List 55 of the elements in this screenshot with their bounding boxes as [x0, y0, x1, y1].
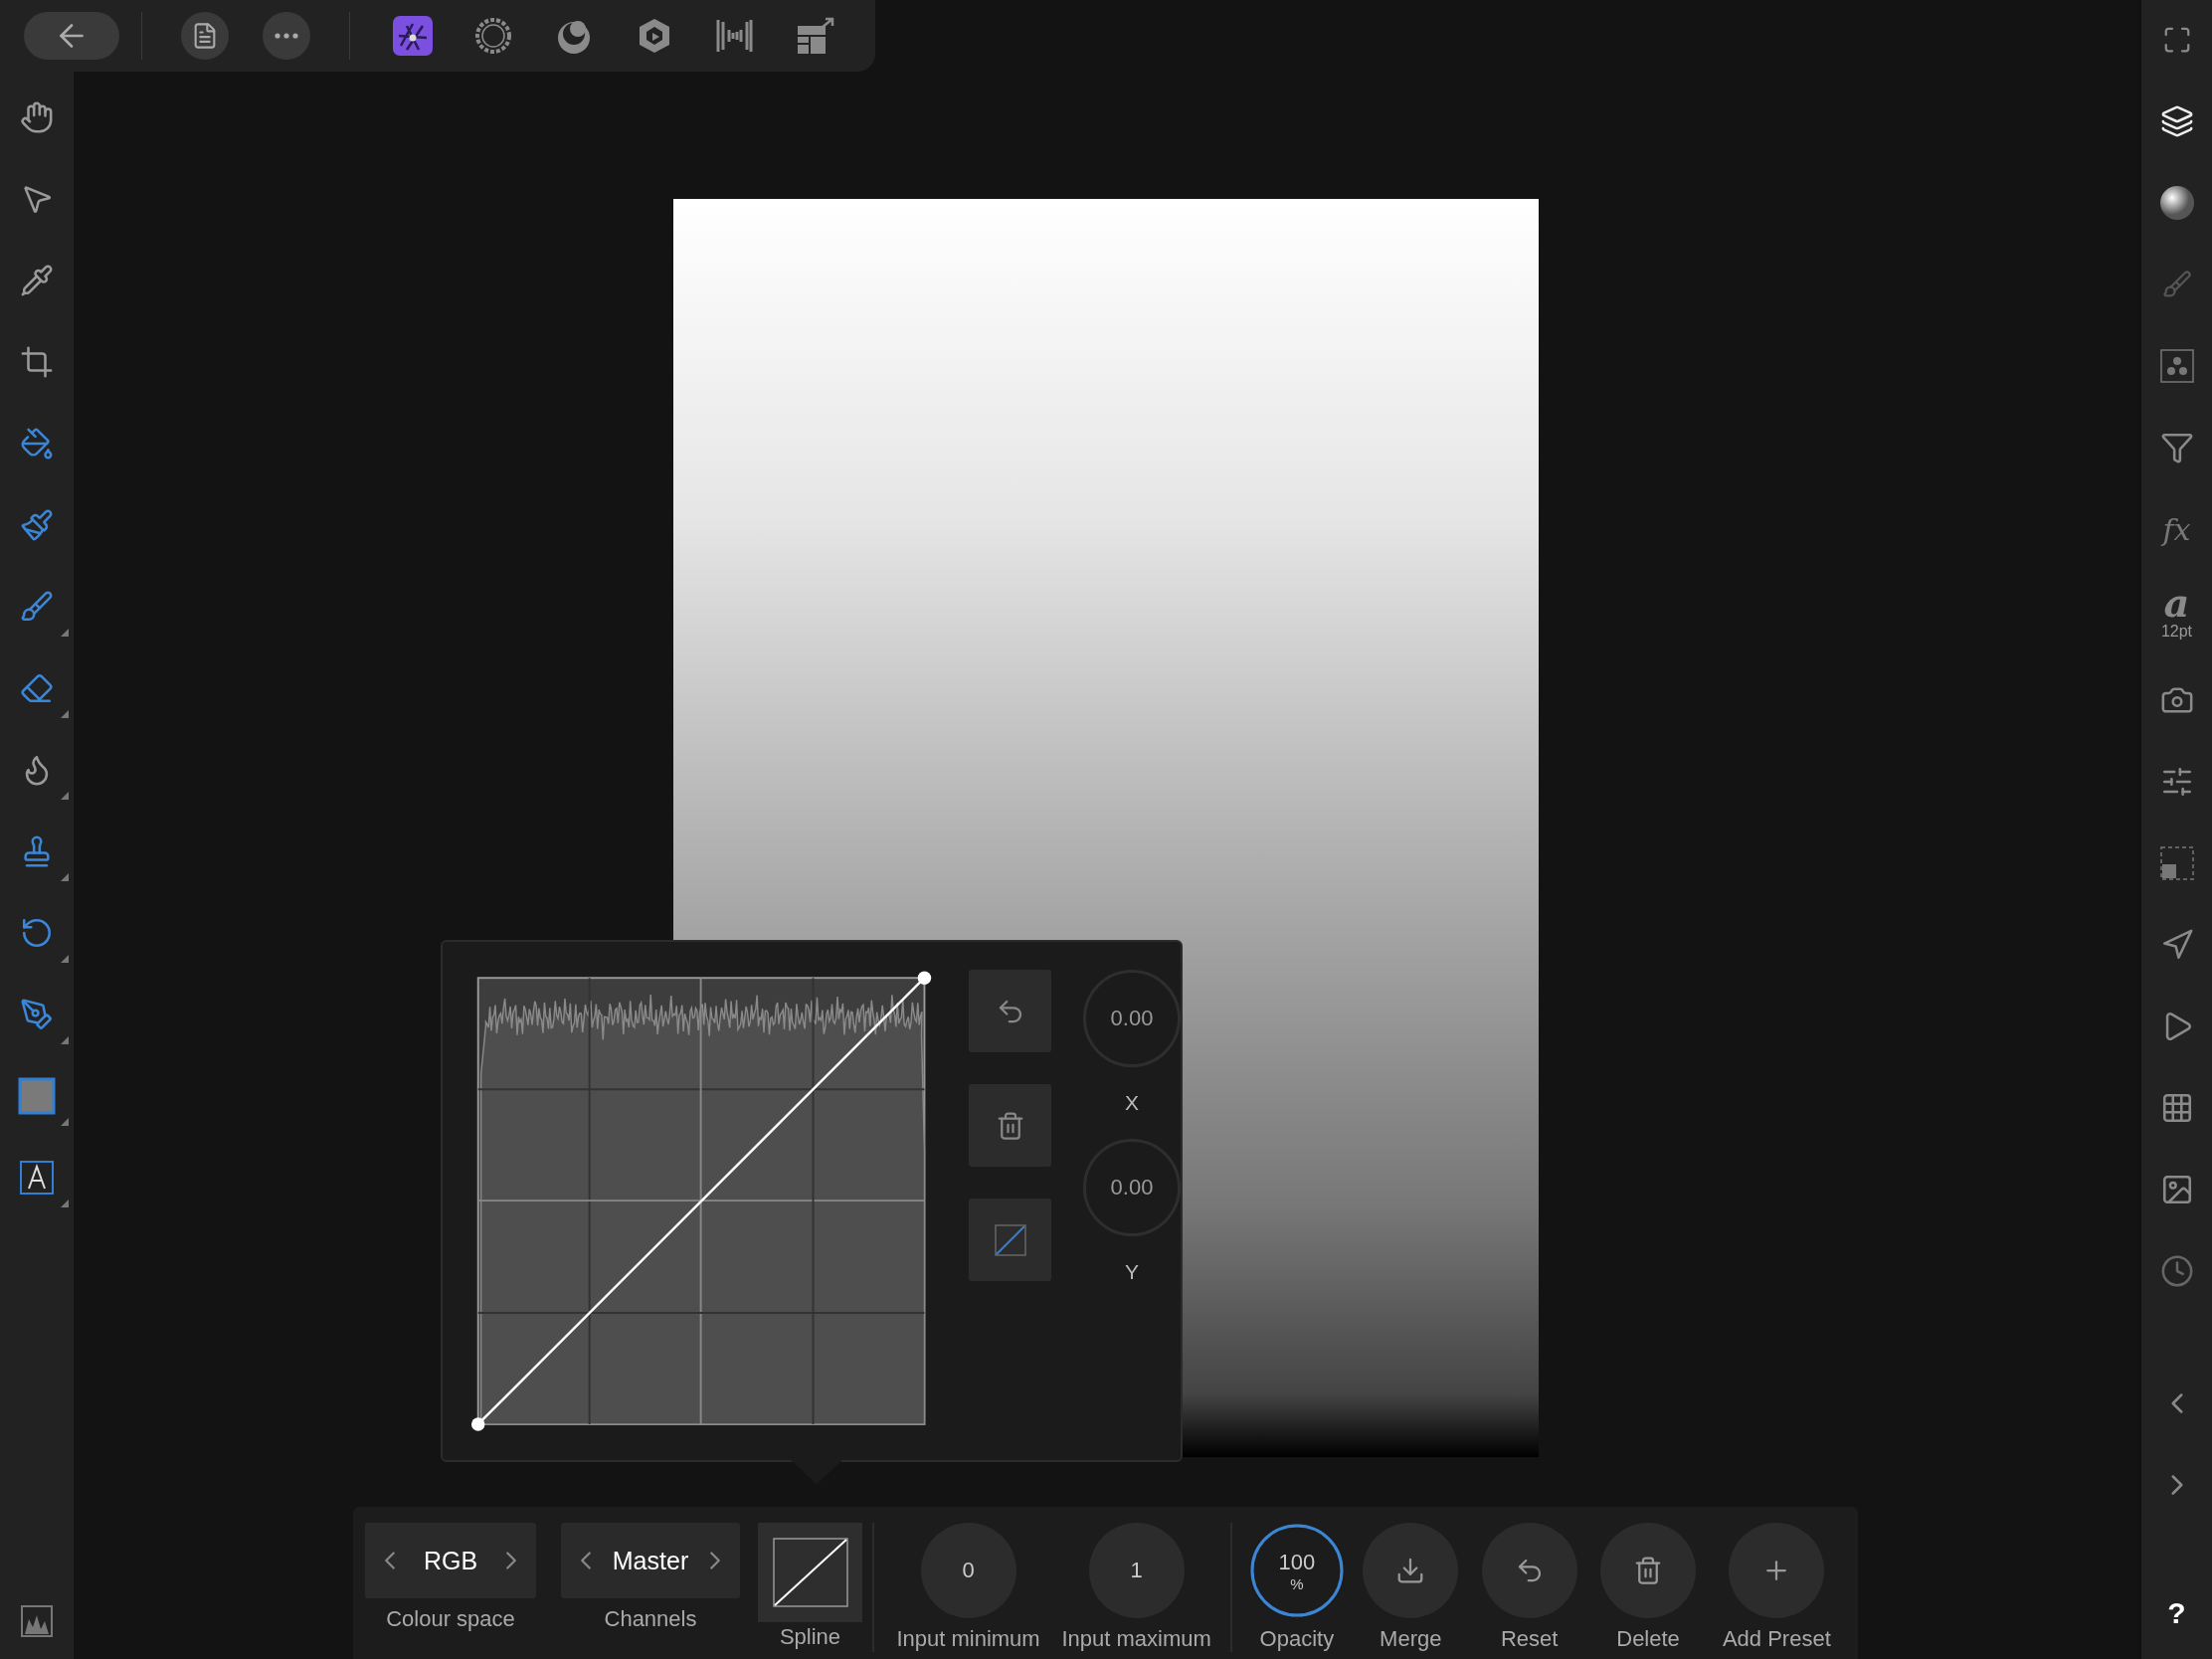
effects-button[interactable]: fx — [2154, 507, 2199, 551]
paint-bucket-icon — [20, 427, 54, 461]
layers-icon — [2159, 104, 2194, 138]
curve-point-handle[interactable] — [917, 971, 932, 985]
spline-button[interactable] — [758, 1523, 862, 1622]
brush-icon — [2161, 270, 2192, 299]
crop-icon — [20, 345, 54, 379]
action-label: Merge — [1380, 1626, 1442, 1652]
channels-stepper[interactable]: Master — [561, 1523, 740, 1598]
hand-icon — [20, 100, 54, 134]
dashed-ring-icon — [473, 16, 513, 56]
dots-square-icon — [2159, 349, 2194, 383]
action-label: Reset — [1500, 1626, 1559, 1652]
eyedropper-icon — [20, 264, 54, 297]
help-button[interactable]: ? — [2161, 1595, 2192, 1631]
document-button[interactable] — [181, 12, 229, 60]
more-button[interactable] — [263, 12, 310, 60]
text-style-button[interactable]: a — [2163, 583, 2190, 623]
rotate-arrow-icon — [20, 916, 54, 950]
gradient-sphere-icon — [2158, 185, 2195, 221]
y-label: Y — [1125, 1260, 1139, 1284]
linear-curve-icon — [772, 1538, 848, 1607]
aperture-icon — [393, 16, 433, 56]
y-value-dial[interactable]: 0.00 — [1083, 1139, 1181, 1236]
square-icon — [18, 1077, 56, 1115]
channels-label: Channels — [604, 1606, 697, 1632]
colour-space-stepper[interactable]: RGB — [365, 1523, 536, 1598]
linear-curve-icon — [994, 1223, 1026, 1256]
histogram-icon — [21, 1605, 53, 1637]
brush-icon — [20, 508, 54, 542]
transform-icon — [2159, 846, 2194, 880]
clock-icon — [2159, 1254, 2194, 1288]
x-label: X — [1125, 1091, 1139, 1115]
pen-icon — [20, 998, 54, 1031]
x-value-dial[interactable]: 0.00 — [1083, 970, 1181, 1067]
text-frame-icon — [18, 1159, 56, 1197]
more-icon — [275, 33, 298, 39]
brush-icon — [20, 590, 54, 624]
export-grid-icon — [796, 16, 835, 56]
input-minimum-dial[interactable]: 0 — [920, 1523, 1016, 1618]
eraser-icon — [20, 671, 54, 705]
opacity-label: Opacity — [1259, 1626, 1335, 1652]
opacity-dial[interactable]: 100 % — [1248, 1523, 1345, 1618]
filter-icon — [2159, 431, 2194, 464]
action-label: Add Preset — [1722, 1626, 1831, 1652]
back-button[interactable] — [24, 12, 119, 60]
spline-label: Spline — [779, 1624, 841, 1650]
curve-point-handle[interactable] — [470, 1417, 485, 1431]
colour-space-label: Colour space — [386, 1606, 515, 1632]
input-maximum-dial[interactable]: 1 — [1088, 1523, 1185, 1618]
action-label: Delete — [1616, 1626, 1680, 1652]
text-size-label: 12pt — [2160, 623, 2193, 641]
input-maximum-label: Input maximum — [1061, 1626, 1211, 1652]
input-minimum-label: Input minimum — [896, 1626, 1040, 1652]
delete-point-button[interactable] — [969, 1084, 1051, 1167]
